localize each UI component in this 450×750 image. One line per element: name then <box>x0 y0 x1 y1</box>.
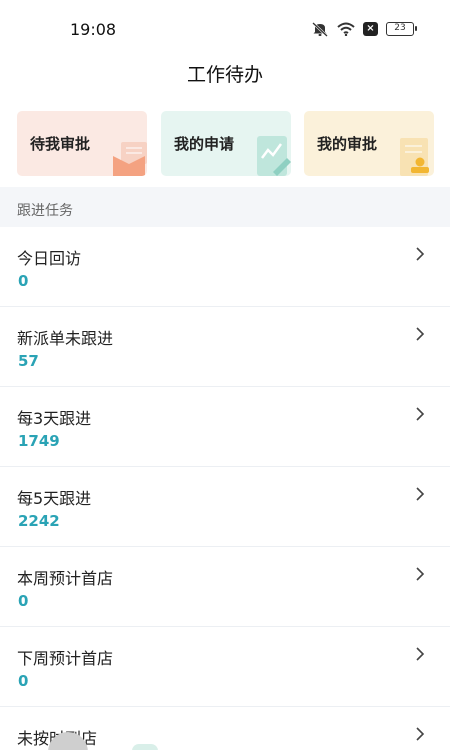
chevron-right-icon <box>416 407 425 421</box>
task-new-unfollowed[interactable]: 新派单未跟进 57 <box>0 307 450 387</box>
floating-badge <box>132 744 158 750</box>
card-label: 待我审批 <box>30 135 91 153</box>
envelope-icon <box>113 142 147 176</box>
card-my-approval[interactable]: 我的审批 <box>304 111 434 176</box>
task-label: 每3天跟进 <box>17 409 92 428</box>
task-every-5-days[interactable]: 每5天跟进 2242 <box>0 467 450 547</box>
battery-level: 23 <box>394 23 406 33</box>
chevron-right-icon <box>416 247 425 261</box>
card-pending-approval[interactable]: 待我审批 <box>17 111 147 176</box>
task-count: 1749 <box>18 432 60 450</box>
card-label: 我的申请 <box>174 135 235 153</box>
card-my-application[interactable]: 我的申请 <box>161 111 291 176</box>
task-label: 每5天跟进 <box>17 489 92 508</box>
status-icons: × 23 <box>311 21 417 37</box>
status-bar: 19:08 × 23 <box>0 0 450 56</box>
task-count: 0 <box>18 672 29 690</box>
task-count: 2242 <box>18 512 60 530</box>
section-title: 跟进任务 <box>17 203 73 219</box>
section-header: 跟进任务 <box>0 187 450 227</box>
chevron-right-icon <box>416 567 425 581</box>
close-box-icon: × <box>363 22 378 36</box>
document-chart-icon <box>257 136 291 176</box>
chevron-right-icon <box>416 727 425 741</box>
task-every-3-days[interactable]: 每3天跟进 1749 <box>0 387 450 467</box>
task-this-week-first-store[interactable]: 本周预计首店 0 <box>0 547 450 627</box>
task-count: 57 <box>18 352 39 370</box>
battery-icon: 23 <box>386 22 417 36</box>
chevron-right-icon <box>416 327 425 341</box>
task-list: 今日回访 0 新派单未跟进 57 每3天跟进 1749 每5天跟进 2242 本… <box>0 227 450 750</box>
quick-cards: 待我审批 我的申请 我的审批 <box>17 111 450 177</box>
task-today-visit[interactable]: 今日回访 0 <box>0 227 450 307</box>
page-title: 工作待办 <box>186 64 263 86</box>
task-label: 下周预计首店 <box>17 649 114 668</box>
card-label: 我的审批 <box>317 135 378 153</box>
task-next-week-first-store[interactable]: 下周预计首店 0 <box>0 627 450 707</box>
task-label: 本周预计首店 <box>17 569 114 588</box>
chevron-right-icon <box>416 647 425 661</box>
task-label: 新派单未跟进 <box>17 329 114 348</box>
mute-bell-icon <box>312 22 328 37</box>
task-count: 0 <box>18 592 29 610</box>
stamp-icon <box>400 138 429 176</box>
task-count: 0 <box>18 272 29 290</box>
task-label: 今日回访 <box>17 249 82 268</box>
status-time: 19:08 <box>70 20 117 39</box>
chevron-right-icon <box>416 487 425 501</box>
wifi-icon <box>337 22 355 36</box>
